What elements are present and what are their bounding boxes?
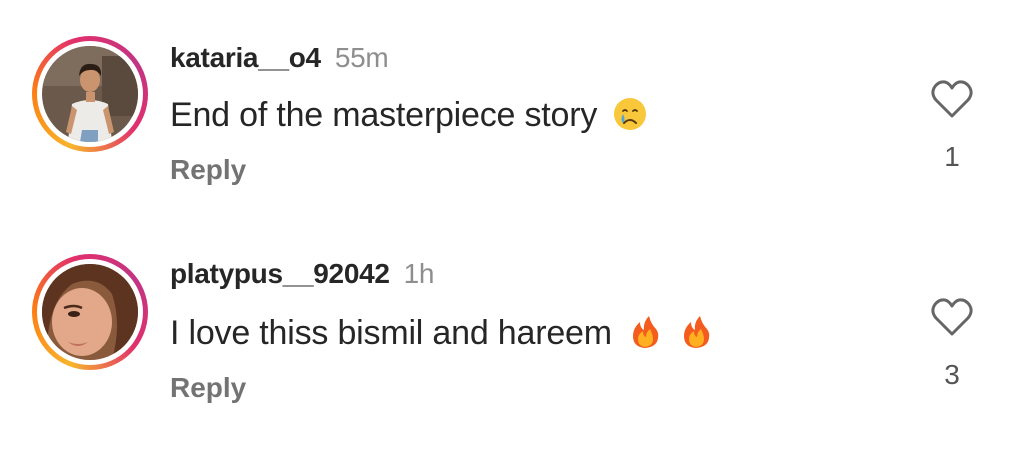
avatar xyxy=(42,264,138,360)
comment-item: platypus__92042 1h I love thiss bismil an… xyxy=(0,216,1024,416)
comment-body: I love thiss bismil and hareem xyxy=(170,314,714,353)
fire-emoji-icon xyxy=(684,316,710,348)
like-control: 1 xyxy=(924,78,980,173)
comment-timestamp: 55m xyxy=(334,42,389,73)
comment-timestamp: 1h xyxy=(403,258,435,289)
comment-text: End of the masterpiece story xyxy=(170,96,598,134)
comment-body: End of the masterpiece story xyxy=(170,96,648,135)
avatar-story-ring[interactable] xyxy=(32,36,148,152)
comment-username[interactable]: kataria__o4 55m xyxy=(170,42,389,74)
username-text[interactable]: platypus__92042 xyxy=(170,258,390,289)
comment-item: kataria__o4 55m End of the masterpiece st… xyxy=(0,0,1024,200)
heart-icon[interactable] xyxy=(930,78,974,120)
like-control: 3 xyxy=(924,296,980,391)
heart-icon[interactable] xyxy=(930,296,974,338)
fire-emoji-icon xyxy=(633,316,659,348)
avatar-story-ring[interactable] xyxy=(32,254,148,370)
reply-button[interactable]: Reply xyxy=(170,372,246,404)
reply-button[interactable]: Reply xyxy=(170,154,246,186)
avatar xyxy=(42,46,138,142)
comment-text: I love thiss bismil and hareem xyxy=(170,314,612,352)
like-count: 1 xyxy=(944,141,960,172)
crying-face-emoji-icon xyxy=(614,98,647,130)
username-text[interactable]: kataria__o4 xyxy=(170,42,321,73)
comment-username[interactable]: platypus__92042 1h xyxy=(170,258,434,290)
like-count: 3 xyxy=(944,359,960,390)
